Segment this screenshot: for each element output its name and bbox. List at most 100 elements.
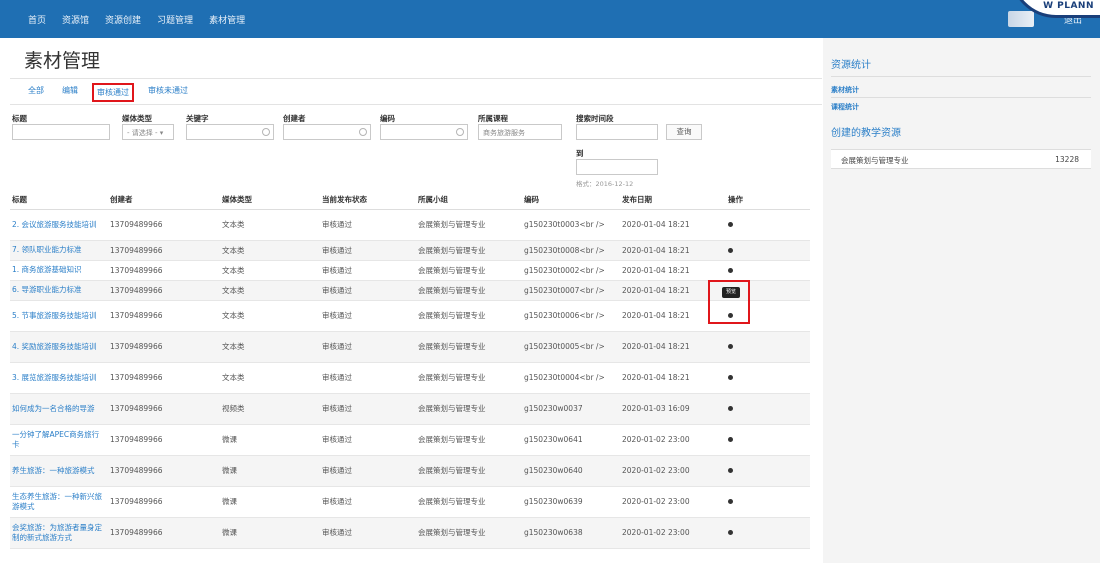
keyword-input[interactable] [186, 124, 274, 140]
clear-icon[interactable] [262, 128, 270, 136]
col-title[interactable]: 标题 [10, 191, 108, 210]
row-title-link[interactable]: 一分钟了解APEC商务旅行卡 [10, 424, 108, 456]
row-title-link[interactable]: 如何成为一名合格的导游 [10, 393, 108, 425]
row-type: 文本类 [220, 280, 320, 301]
table-row: 7. 领队职业能力标准 13709489966 文本类 审核通过 会展策划与管理… [10, 240, 810, 261]
course-label: 所属课程 [478, 114, 508, 123]
row-code: g150230t0008<br /> [522, 240, 620, 261]
code-label: 编码 [380, 114, 395, 123]
col-group[interactable]: 所属小组 [416, 191, 522, 210]
nav-exercise-manage[interactable]: 习题管理 [149, 13, 201, 26]
row-status: 审核通过 [320, 424, 416, 456]
course-stats-link[interactable]: 课程统计 [831, 102, 859, 112]
table-row: 养生旅游：一种旅游模式 13709489966 微课 审核通过 会展策划与管理专… [10, 455, 810, 487]
row-type: 文本类 [220, 362, 320, 394]
clear-icon[interactable] [359, 128, 367, 136]
row-group: 会展策划与管理专业 [416, 455, 522, 487]
row-title-link[interactable]: 1. 商务旅游基础知识 [10, 260, 108, 281]
col-creator[interactable]: 创建者 [108, 191, 220, 210]
row-status: 审核通过 [320, 209, 416, 241]
preview-icon[interactable] [728, 247, 733, 253]
tab-edit[interactable]: 编辑 [58, 83, 82, 102]
row-code: g150230w0640 [522, 455, 620, 487]
row-type: 微课 [220, 455, 320, 487]
user-avatar[interactable] [1008, 11, 1034, 27]
preview-icon[interactable] [728, 222, 733, 227]
col-date[interactable]: 发布日期 [620, 191, 726, 210]
row-status: 审核通过 [320, 362, 416, 394]
row-type: 文本类 [220, 240, 320, 261]
row-group: 会展策划与管理专业 [416, 260, 522, 281]
preview-icon[interactable] [728, 375, 733, 380]
resource-count: 13228 [1055, 155, 1079, 164]
row-action [726, 517, 810, 549]
code-input[interactable] [380, 124, 468, 140]
preview-icon[interactable] [728, 406, 733, 411]
list-item[interactable]: 会展策划与管理专业 13228 [831, 149, 1091, 169]
table-row: 5. 节事旅游服务技能培训 13709489966 文本类 审核通过 会展策划与… [10, 300, 810, 332]
title-filter-input[interactable] [12, 124, 110, 140]
row-creator: 13709489966 [108, 362, 220, 394]
preview-icon[interactable] [728, 468, 733, 473]
row-title-link[interactable]: 5. 节事旅游服务技能培训 [10, 300, 108, 332]
row-title-link[interactable]: 7. 领队职业能力标准 [10, 240, 108, 261]
clear-icon[interactable] [456, 128, 464, 136]
col-media-type[interactable]: 媒体类型 [220, 191, 320, 210]
row-date: 2020-01-03 16:09 [620, 393, 726, 425]
preview-icon[interactable] [728, 530, 733, 535]
row-title-link[interactable]: 养生旅游：一种旅游模式 [10, 455, 108, 487]
nav-resource-create[interactable]: 资源创建 [97, 13, 149, 26]
nav-resource-library[interactable]: 资源馆 [54, 13, 97, 26]
date-format-hint: 格式：2016-12-12 [576, 180, 634, 188]
col-status[interactable]: 当前发布状态 [320, 191, 416, 210]
row-title-link[interactable]: 3. 展览旅游服务技能培训 [10, 362, 108, 394]
tab-rejected[interactable]: 审核未通过 [144, 83, 192, 102]
preview-icon[interactable] [728, 267, 733, 273]
row-group: 会展策划与管理专业 [416, 209, 522, 241]
divider [10, 104, 822, 105]
creator-input[interactable] [283, 124, 371, 140]
end-date-input[interactable] [576, 159, 658, 175]
table-row: 会奖旅游：为旅游者量身定制的新式旅游方式 13709489966 微课 审核通过… [10, 517, 810, 549]
media-type-label: 媒体类型 [122, 114, 152, 123]
row-title-link[interactable]: 4. 奖励旅游服务技能培训 [10, 331, 108, 363]
row-group: 会展策划与管理专业 [416, 280, 522, 301]
row-group: 会展策划与管理专业 [416, 393, 522, 425]
row-date: 2020-01-04 18:21 [620, 209, 726, 241]
row-creator: 13709489966 [108, 209, 220, 241]
material-stats-link[interactable]: 素材统计 [831, 85, 859, 95]
preview-icon[interactable] [728, 344, 733, 349]
col-code[interactable]: 编码 [522, 191, 620, 210]
start-date-input[interactable] [576, 124, 658, 140]
tab-all[interactable]: 全部 [24, 83, 48, 102]
row-type: 微课 [220, 486, 320, 518]
row-action [726, 393, 810, 425]
row-code: g150230w0638 [522, 517, 620, 549]
main-content: 素材管理 全部 编辑 审核通过 审核未通过 标题 媒体类型 - 请选择 - ▾ … [10, 38, 822, 563]
nav-material-manage[interactable]: 素材管理 [201, 13, 253, 26]
row-group: 会展策划与管理专业 [416, 362, 522, 394]
row-title-link[interactable]: 2. 会议旅游服务技能培训 [10, 209, 108, 241]
row-group: 会展策划与管理专业 [416, 517, 522, 549]
search-button[interactable]: 查询 [666, 124, 702, 140]
row-status: 审核通过 [320, 331, 416, 363]
media-type-value: - 请选择 - [127, 129, 158, 137]
nav-home[interactable]: 首页 [20, 13, 54, 26]
course-input[interactable]: 商务旅游服务 [478, 124, 562, 140]
row-date: 2020-01-02 23:00 [620, 517, 726, 549]
row-title-link[interactable]: 生态养生旅游：一种新兴旅游模式 [10, 486, 108, 518]
preview-icon[interactable] [728, 499, 733, 504]
row-group: 会展策划与管理专业 [416, 331, 522, 363]
row-title-link[interactable]: 会奖旅游：为旅游者量身定制的新式旅游方式 [10, 517, 108, 549]
row-type: 微课 [220, 517, 320, 549]
row-type: 文本类 [220, 260, 320, 281]
resource-name: 会展策划与管理专业 [841, 156, 909, 165]
media-type-select[interactable]: - 请选择 - ▾ [122, 124, 174, 140]
preview-icon[interactable] [728, 437, 733, 442]
tab-approved[interactable]: 审核通过 [92, 83, 134, 102]
row-title-link[interactable]: 6. 导游职业能力标准 [10, 280, 108, 301]
row-status: 审核通过 [320, 280, 416, 301]
row-status: 审核通过 [320, 455, 416, 487]
row-creator: 13709489966 [108, 455, 220, 487]
row-date: 2020-01-04 18:21 [620, 362, 726, 394]
